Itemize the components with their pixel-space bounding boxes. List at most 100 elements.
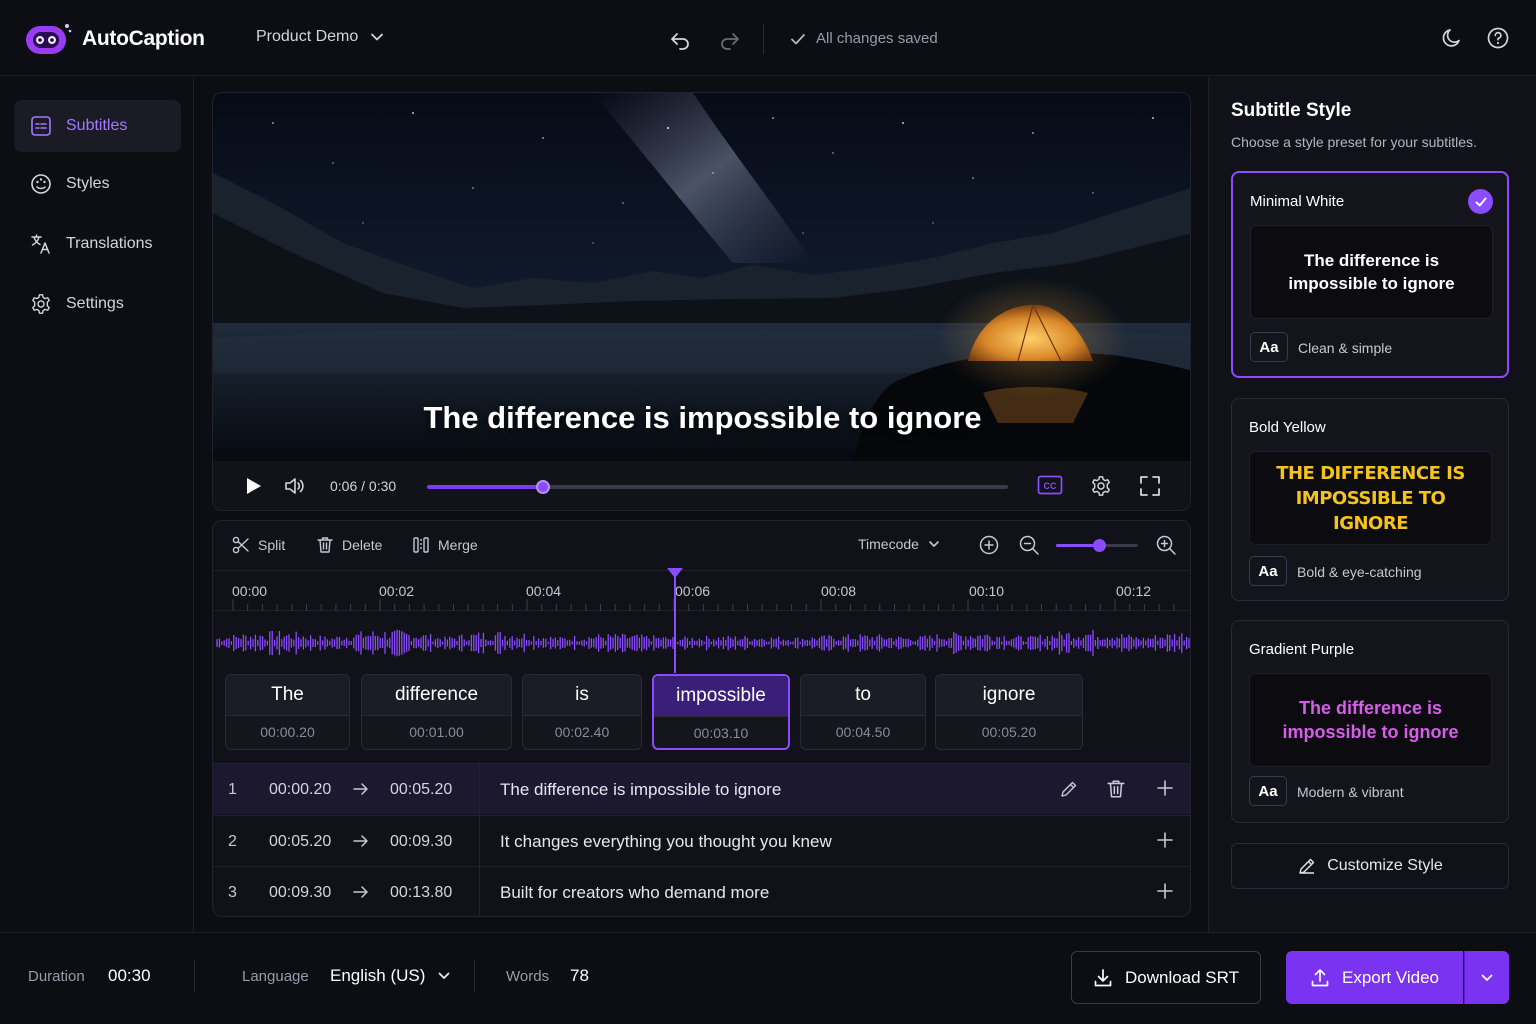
word-chip-active[interactable]: impossible 00:03.10 xyxy=(652,674,790,750)
word-chip[interactable]: ignore 00:05.20 xyxy=(935,674,1083,750)
preset-preview: The difference is impossible to ignore xyxy=(1249,673,1492,767)
audio-waveform[interactable] xyxy=(213,613,1191,675)
scissors-icon xyxy=(232,536,249,554)
plus-icon[interactable] xyxy=(1156,831,1174,849)
customize-style-button[interactable]: Customize Style xyxy=(1231,843,1509,889)
zoom-out-icon[interactable] xyxy=(1018,534,1040,556)
upload-icon xyxy=(1311,968,1329,986)
zoom-in-icon[interactable] xyxy=(1155,534,1177,556)
volume-icon[interactable] xyxy=(283,475,305,497)
chevron-down-icon xyxy=(439,972,450,979)
sidebar-item-styles[interactable]: Styles xyxy=(14,158,181,210)
tick-label: 00:08 xyxy=(821,583,857,599)
timecode-format-select[interactable]: Timecode xyxy=(858,536,941,552)
moon-icon[interactable] xyxy=(1440,26,1464,50)
playhead[interactable] xyxy=(674,569,676,673)
divider xyxy=(194,961,195,991)
row-text[interactable]: It changes everything you thought you kn… xyxy=(500,832,832,852)
row-start-time[interactable]: 00:00.20 xyxy=(269,781,331,799)
timecode-format-value: Timecode xyxy=(858,536,919,552)
palette-icon xyxy=(31,174,51,194)
playhead-handle[interactable] xyxy=(667,568,683,578)
row-end-time[interactable]: 00:09.30 xyxy=(390,833,452,851)
zoom-slider[interactable] xyxy=(1056,539,1138,552)
gear-icon xyxy=(32,294,50,314)
plus-icon[interactable] xyxy=(1156,779,1174,797)
timeline-ruler[interactable]: 00:00 00:02 00:04 00:06 00:08 00:10 00:1… xyxy=(213,571,1190,611)
plus-icon[interactable] xyxy=(1156,882,1174,900)
timeline-panel: Split Delete Merge Timecode 00:00 00:02 … xyxy=(212,520,1191,917)
progress-bar[interactable] xyxy=(427,480,1008,494)
sidebar-item-translations[interactable]: Translations xyxy=(14,218,181,270)
gear-icon[interactable] xyxy=(1090,475,1112,497)
sidebar-item-settings[interactable]: Settings xyxy=(14,278,181,330)
top-bar: AutoCaption Product Demo All changes sav… xyxy=(0,0,1536,76)
tick-label: 00:02 xyxy=(379,583,415,599)
style-preset-bold-yellow[interactable]: Bold Yellow THE DIFFERENCE IS IMPOSSIBLE… xyxy=(1231,398,1509,601)
tick-label: 00:12 xyxy=(1116,583,1152,599)
project-name: Product Demo xyxy=(256,28,359,45)
word-text: The xyxy=(226,675,349,716)
help-icon[interactable] xyxy=(1486,26,1510,50)
row-text[interactable]: Built for creators who demand more xyxy=(500,883,769,903)
style-preset-minimal-white[interactable]: Minimal White The difference is impossib… xyxy=(1231,171,1509,378)
progress-fill xyxy=(427,485,544,489)
split-button[interactable]: Split xyxy=(232,536,285,554)
row-start-time[interactable]: 00:09.30 xyxy=(269,884,331,902)
word-time: 00:05.20 xyxy=(981,724,1037,740)
merge-button[interactable]: Merge xyxy=(412,536,478,554)
word-text: to xyxy=(801,675,925,716)
preset-name: Gradient Purple xyxy=(1249,641,1355,658)
word-time: 00:01.00 xyxy=(409,724,464,740)
export-options-button[interactable] xyxy=(1464,951,1509,1004)
zoom-slider-handle[interactable] xyxy=(1092,539,1106,552)
row-end-time[interactable]: 00:13.80 xyxy=(390,884,452,902)
trash-icon[interactable] xyxy=(1106,779,1126,799)
words-count: 78 xyxy=(570,966,589,985)
row-end-time[interactable]: 00:05.20 xyxy=(390,781,452,799)
word-chip[interactable]: difference 00:01.00 xyxy=(361,674,512,750)
subtitle-row[interactable]: 2 00:05.20 00:09.30 It changes everythin… xyxy=(213,815,1190,867)
language-label: Language xyxy=(242,968,309,985)
project-selector[interactable]: Product Demo xyxy=(256,28,384,46)
style-preset-gradient-purple[interactable]: Gradient Purple The difference is imposs… xyxy=(1231,620,1509,823)
add-circle-icon[interactable] xyxy=(978,534,1000,556)
undo-icon[interactable] xyxy=(668,28,692,52)
word-chip[interactable]: The 00:00.20 xyxy=(225,674,350,750)
fullscreen-icon[interactable] xyxy=(1139,475,1161,497)
words-label: Words xyxy=(506,968,550,985)
row-text[interactable]: The difference is impossible to ignore xyxy=(500,780,781,800)
delete-label: Delete xyxy=(342,537,383,553)
video-player: The difference is impossible to ignore 0… xyxy=(212,92,1191,511)
delete-button[interactable]: Delete xyxy=(316,536,382,554)
row-start-time[interactable]: 00:05.20 xyxy=(269,833,331,851)
divider xyxy=(479,867,480,916)
subtitle-row[interactable]: 1 00:00.20 00:05.20 The difference is im… xyxy=(213,763,1190,815)
panel-subtitle: Choose a style preset for your subtitles… xyxy=(1231,134,1477,150)
progress-handle[interactable] xyxy=(536,480,551,494)
save-status-text: All changes saved xyxy=(816,30,938,47)
sidebar-item-subtitles[interactable]: Subtitles xyxy=(14,100,181,152)
language-value: English (US) xyxy=(330,966,426,985)
app-logo[interactable]: AutoCaption xyxy=(24,20,205,58)
word-text: difference xyxy=(362,675,511,716)
language-select[interactable]: English (US) xyxy=(330,966,451,986)
selected-check-icon xyxy=(1468,189,1493,214)
download-srt-button[interactable]: Download SRT xyxy=(1071,951,1261,1004)
video-caption: The difference is impossible to ignore xyxy=(423,400,982,435)
bottom-bar: Duration 00:30 Language English (US) Wor… xyxy=(0,932,1536,1024)
subtitle-row[interactable]: 3 00:09.30 00:13.80 Built for creators w… xyxy=(213,866,1190,916)
pencil-icon[interactable] xyxy=(1059,779,1079,799)
word-chip[interactable]: to 00:04.50 xyxy=(800,674,926,750)
play-icon[interactable] xyxy=(242,475,264,497)
word-time: 00:00.20 xyxy=(260,724,315,740)
save-status: All changes saved xyxy=(790,30,938,47)
tick-label: 00:04 xyxy=(526,583,562,599)
redo-icon[interactable] xyxy=(718,28,742,52)
closed-captions-icon[interactable]: CC xyxy=(1037,474,1063,496)
top-right-actions xyxy=(1440,26,1510,50)
split-label: Split xyxy=(258,537,286,553)
word-chip[interactable]: is 00:02.40 xyxy=(522,674,642,750)
translate-icon xyxy=(31,234,50,254)
export-video-button[interactable]: Export Video xyxy=(1286,951,1463,1004)
